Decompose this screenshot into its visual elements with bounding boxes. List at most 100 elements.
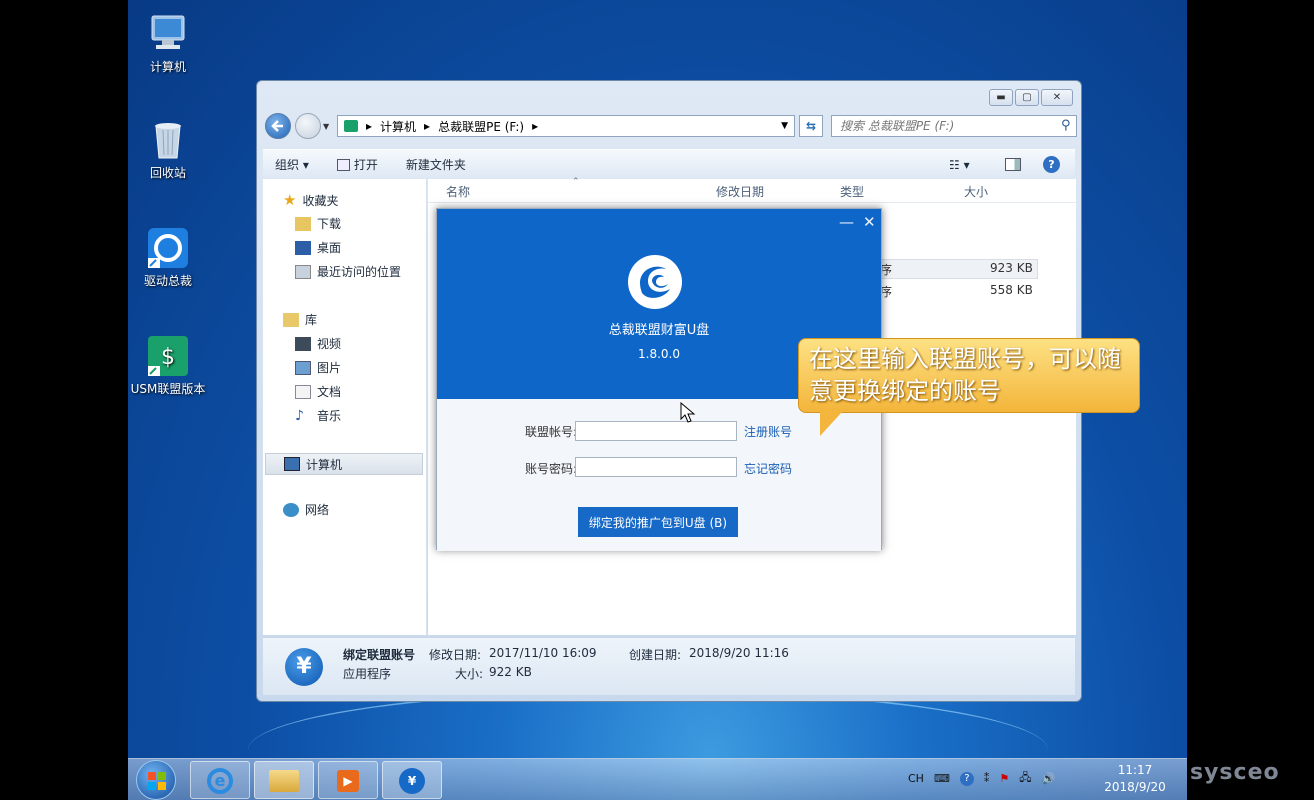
watermark-logo: sysceo <box>1190 760 1280 785</box>
dialog-close-button[interactable]: ✕ <box>863 213 876 231</box>
help-icon[interactable]: ? <box>1043 156 1060 173</box>
nav-label: 音乐 <box>317 409 342 423</box>
preview-pane-icon[interactable] <box>1005 158 1021 171</box>
maximize-button[interactable]: ▢ <box>1015 89 1039 106</box>
column-name[interactable]: 名称 <box>446 183 470 200</box>
pictures-icon <box>295 360 311 375</box>
address-bar[interactable]: ▸ 计算机 ▸ 总裁联盟PE (F:) ▸ ▼ <box>337 115 795 137</box>
organize-menu[interactable]: 组织 ▾ <box>275 156 309 173</box>
nav-music[interactable]: ♪ 音乐 <box>295 407 341 424</box>
sort-up-icon: ⌃ <box>572 177 580 187</box>
nav-label: 收藏夹 <box>302 193 339 208</box>
minimize-button[interactable]: ▬ <box>989 89 1013 106</box>
windows-logo-icon <box>148 772 166 790</box>
taskbar-ie[interactable]: e <box>190 761 250 799</box>
taskbar-bind-app[interactable]: ¥ <box>382 761 442 799</box>
history-dropdown-icon[interactable]: ▼ <box>323 122 329 131</box>
column-modified[interactable]: 修改日期 <box>716 183 764 200</box>
nav-recent[interactable]: 最近访问的位置 <box>295 263 401 280</box>
address-dropdown-icon[interactable]: ▼ <box>781 121 788 131</box>
taskbar-clock[interactable]: 11:17 2018/9/20 <box>1093 762 1177 796</box>
app-logo-icon <box>626 253 684 311</box>
search-input[interactable]: 搜索 总裁联盟PE (F:) <box>831 115 1077 137</box>
music-icon: ♪ <box>295 407 304 424</box>
clock-time: 11:17 <box>1117 763 1153 777</box>
navigation-bar: ▼ ▸ 计算机 ▸ 总裁联盟PE (F:) ▸ ▼ ⇆ 搜索 总裁联盟PE (F… <box>265 113 1077 141</box>
breadcrumb-computer[interactable]: 计算机 <box>380 118 416 135</box>
desktop-icon-recycle-bin[interactable]: 回收站 <box>128 118 208 181</box>
videos-icon <box>295 336 311 351</box>
nav-network[interactable]: 网络 <box>283 501 329 518</box>
nav-videos[interactable]: 视频 <box>295 335 341 352</box>
new-folder-button[interactable]: 新建文件夹 <box>406 156 466 173</box>
column-type[interactable]: 类型 <box>840 183 864 200</box>
desktop-icon-usm[interactable]: $ USM联盟版本 <box>128 334 208 397</box>
nav-documents[interactable]: 文档 <box>295 383 341 400</box>
action-center-icon[interactable]: ⚑ <box>999 772 1009 785</box>
details-created-value: 2018/9/20 11:16 <box>689 646 789 660</box>
keyboard-icon[interactable]: ⌨ <box>934 772 950 785</box>
desktop-icon-driver-president[interactable]: 驱动总裁 <box>128 226 208 289</box>
desktop: 计算机 回收站 驱动总裁 $ USM联盟版本 ▬ ▢ ✕ ▼ ▸ 计算机 ▸ 总… <box>128 0 1187 800</box>
annotation-bubble-tail <box>820 412 842 436</box>
taskbar-media-player[interactable]: ▶ <box>318 761 378 799</box>
nav-label: 文档 <box>317 385 342 399</box>
open-button[interactable]: 打开 <box>336 156 378 173</box>
start-button[interactable] <box>136 760 176 800</box>
downloads-folder-icon <box>295 216 311 231</box>
nav-desktop[interactable]: 桌面 <box>295 239 341 256</box>
nav-label: 桌面 <box>317 241 342 255</box>
documents-icon <box>295 384 311 399</box>
breadcrumb-drive[interactable]: 总裁联盟PE (F:) <box>438 118 524 135</box>
nav-library[interactable]: 库 <box>283 311 317 328</box>
volume-icon[interactable]: 🔊 <box>1041 772 1055 785</box>
column-size[interactable]: 大小 <box>964 183 988 200</box>
help-tray-icon[interactable]: ? <box>959 771 974 786</box>
nav-downloads[interactable]: 下载 <box>295 215 341 232</box>
account-input[interactable] <box>575 421 737 441</box>
mouse-cursor-icon <box>680 401 696 427</box>
refresh-button[interactable]: ⇆ <box>799 115 823 137</box>
view-options-icon[interactable]: ☷ ▾ <box>949 158 970 172</box>
desktop-icon-label: 驱动总裁 <box>143 274 192 288</box>
window-controls: ▬ ▢ ✕ <box>989 89 1073 106</box>
language-indicator[interactable]: CH <box>908 772 924 785</box>
details-size-label: 大小: <box>455 667 484 681</box>
account-label: 联盟帐号: <box>524 425 577 439</box>
clock-date: 2018/9/20 <box>1104 780 1166 794</box>
recent-places-icon <box>295 264 311 279</box>
nav-label: 库 <box>305 313 318 327</box>
options-tray-icon[interactable]: ⁑ <box>984 772 990 785</box>
nav-computer[interactable]: 计算机 <box>265 453 423 475</box>
svg-text:$: $ <box>161 345 175 370</box>
forward-button[interactable] <box>295 113 321 139</box>
star-icon: ★ <box>283 191 297 209</box>
desktop-icon-label: USM联盟版本 <box>130 382 206 396</box>
back-button[interactable] <box>265 113 291 139</box>
register-link[interactable]: 注册账号 <box>744 423 792 440</box>
annotation-bubble: 在这里输入联盟账号，可以随意更换绑定的账号 <box>798 338 1140 413</box>
taskbar-explorer[interactable] <box>254 761 314 799</box>
breadcrumb-separator-icon: ▸ <box>532 119 539 133</box>
taskbar: e ▶ ¥ CH ⌨ ? ⁑ ⚑ 🖧 🔊 11:17 2018/9/20 <box>128 758 1187 800</box>
nav-favorites[interactable]: ★ 收藏夹 <box>283 191 338 209</box>
password-input[interactable] <box>575 457 737 477</box>
command-bar: 组织 ▾ 打开 新建文件夹 ☷ ▾ ? <box>263 149 1075 179</box>
desktop-icon-computer[interactable]: 计算机 <box>128 12 208 75</box>
search-icon[interactable]: ⚲ <box>1061 118 1071 133</box>
drive-icon <box>344 120 358 132</box>
details-modified-label: 修改日期: <box>429 648 482 662</box>
details-modified-value: 2017/11/10 16:09 <box>489 646 597 660</box>
close-button[interactable]: ✕ <box>1041 89 1073 106</box>
password-label: 账号密码: <box>524 462 577 476</box>
folder-icon <box>269 770 299 792</box>
nav-label: 下载 <box>317 217 342 231</box>
forgot-password-link[interactable]: 忘记密码 <box>744 460 792 477</box>
bind-button[interactable]: 绑定我的推广包到U盘 (B) <box>578 507 738 537</box>
network-tray-icon[interactable]: 🖧 <box>1019 769 1031 788</box>
recycle-bin-icon <box>146 118 190 162</box>
nav-pictures[interactable]: 图片 <box>295 359 341 376</box>
refresh-icon: ⇆ <box>805 119 817 133</box>
computer-small-icon <box>284 457 300 471</box>
dialog-minimize-button[interactable]: — <box>839 213 854 231</box>
